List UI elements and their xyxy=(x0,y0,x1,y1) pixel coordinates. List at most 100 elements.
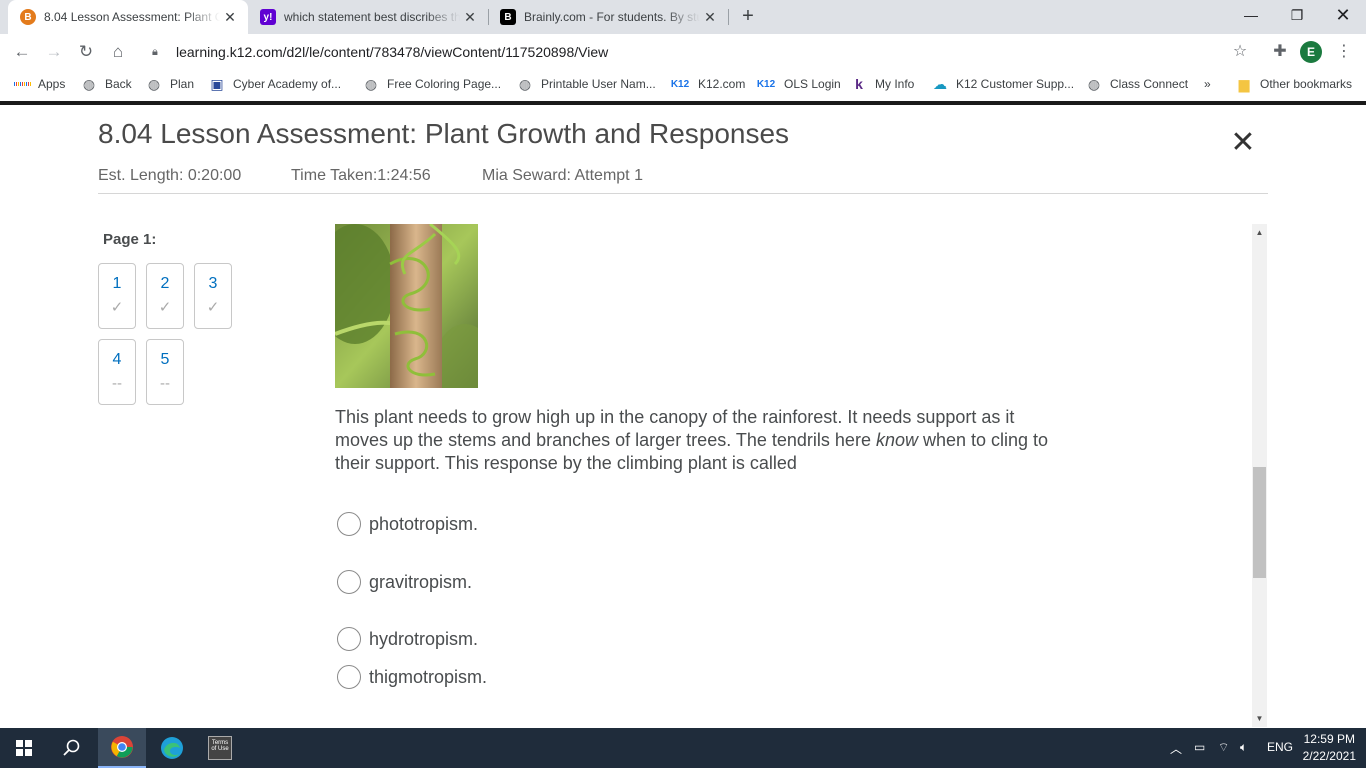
bookmark-class-connect[interactable]: ◍ Class Connect xyxy=(1086,70,1188,98)
calendar-icon: ▣ xyxy=(210,75,224,92)
question-text-emphasis: know xyxy=(875,430,918,450)
tab-title: 8.04 Lesson Assessment: Plant Gr xyxy=(44,10,220,24)
question-nav-1[interactable]: 1 ✓ xyxy=(98,263,136,329)
scrollbar-thumb[interactable] xyxy=(1253,467,1266,578)
bookmark-plan[interactable]: ◍ Plan xyxy=(146,70,194,98)
scroll-up-arrow-icon[interactable]: ▲ xyxy=(1252,226,1267,240)
close-tab-icon[interactable]: ✕ xyxy=(460,9,480,26)
volume-icon[interactable]: 🔈︎ xyxy=(1240,740,1247,755)
answered-check-icon: ✓ xyxy=(206,299,220,316)
battery-icon[interactable]: ▭ xyxy=(1194,740,1205,754)
bookmark-my-info[interactable]: k My Info xyxy=(851,70,914,98)
answer-option-hydrotropism[interactable]: hydrotropism. xyxy=(337,627,478,651)
page-header-rule xyxy=(0,101,1366,105)
bookmark-ols-login[interactable]: K12 OLS Login xyxy=(756,70,841,98)
question-nav-5[interactable]: 5 -- xyxy=(146,339,184,405)
browser-toolbar: ← → ↻ ⌂ 🔒︎ learning.k12.com/d2l/le/conte… xyxy=(0,34,1366,70)
question-number: 5 xyxy=(160,351,170,368)
answer-label: gravitropism. xyxy=(369,571,473,592)
tab-brainly[interactable]: B Brainly.com - For students. By stu ✕ xyxy=(488,0,728,34)
language-indicator[interactable]: ENG xyxy=(1267,740,1293,754)
radio-button[interactable] xyxy=(337,665,361,689)
minimize-icon[interactable]: — xyxy=(1228,0,1274,30)
k12-icon: K12 xyxy=(670,78,690,90)
cloud-icon: ☁ xyxy=(933,75,947,92)
bookmark-label: Printable User Nam... xyxy=(541,77,656,91)
question-nav-4[interactable]: 4 -- xyxy=(98,339,136,405)
forward-arrow-icon[interactable]: → xyxy=(42,40,66,64)
bookmark-label: Plan xyxy=(170,77,195,91)
window-close-icon[interactable]: ✕ xyxy=(1320,0,1366,30)
address-bar[interactable]: 🔒︎ learning.k12.com/d2l/le/content/78347… xyxy=(140,38,1260,66)
question-nav-3[interactable]: 3 ✓ xyxy=(194,263,232,329)
page-title: 8.04 Lesson Assessment: Plant Growth and… xyxy=(98,118,790,149)
close-tab-icon[interactable]: ✕ xyxy=(220,9,240,26)
tab-title: which statement best discribes th xyxy=(284,10,460,24)
bookmark-k12[interactable]: K12 K12.com xyxy=(670,70,746,98)
bookmark-cyber-academy[interactable]: ▣ Cyber Academy of... xyxy=(209,70,341,98)
bookmark-label: K12.com xyxy=(698,77,746,91)
k12-favicon-icon: B xyxy=(20,9,36,25)
radio-button[interactable] xyxy=(337,512,361,536)
climbing-plant-tendril-image xyxy=(335,224,478,388)
answer-option-phototropism[interactable]: phototropism. xyxy=(337,512,478,536)
radio-button[interactable] xyxy=(337,570,361,594)
back-arrow-icon[interactable]: ← xyxy=(10,40,34,64)
estimated-length: Est. Length: 0:20:00 xyxy=(98,167,242,184)
page-label: Page 1: xyxy=(103,231,157,248)
bookmark-label: OLS Login xyxy=(784,77,841,91)
question-text: This plant needs to grow high up in the … xyxy=(335,406,1055,475)
tab-lesson-assessment[interactable]: B 8.04 Lesson Assessment: Plant Gr ✕ xyxy=(8,0,248,34)
wifi-icon[interactable]: ⌔ xyxy=(1218,740,1229,755)
unanswered-dash: -- xyxy=(160,375,170,392)
answer-option-thigmotropism[interactable]: thigmotropism. xyxy=(337,665,487,689)
system-clock[interactable]: 12:59 PM 2/22/2021 xyxy=(1303,731,1356,765)
close-assessment-icon[interactable]: ✕ xyxy=(1228,128,1258,158)
more-bookmarks-chevron-icon[interactable]: » xyxy=(1204,70,1211,98)
bookmark-free-coloring[interactable]: ◍ Free Coloring Page... xyxy=(363,70,501,98)
bookmark-label: My Info xyxy=(875,77,915,91)
close-tab-icon[interactable]: ✕ xyxy=(700,9,720,26)
globe-icon: ◍ xyxy=(364,75,378,92)
url-text: learning.k12.com/d2l/le/content/783478/v… xyxy=(176,44,609,60)
attempt-info: Mia Seward: Attempt 1 xyxy=(482,167,643,184)
bookmark-label: K12 Customer Supp... xyxy=(956,77,1075,91)
home-icon[interactable]: ⌂ xyxy=(106,40,130,64)
tab-yahoo-question[interactable]: y! which statement best discribes th ✕ xyxy=(248,0,488,34)
answered-check-icon: ✓ xyxy=(110,299,124,316)
tab-title: Brainly.com - For students. By stu xyxy=(524,10,700,24)
edge-taskbar-icon[interactable] xyxy=(148,728,196,768)
extensions-puzzle-icon[interactable]: ✚ xyxy=(1268,40,1292,64)
windows-start-icon[interactable] xyxy=(0,728,48,768)
answer-label: hydrotropism. xyxy=(369,628,479,649)
time-taken: Time Taken:1:24:56 xyxy=(291,167,431,184)
question-number: 3 xyxy=(208,275,218,292)
clock-date: 2/22/2021 xyxy=(1302,749,1356,763)
bookmark-apps[interactable]: Apps xyxy=(14,70,65,98)
bookmark-star-icon[interactable]: ☆ xyxy=(1228,40,1252,64)
terms-of-use-taskbar-icon[interactable]: Terms of Use xyxy=(196,728,244,768)
question-nav-2[interactable]: 2 ✓ xyxy=(146,263,184,329)
radio-button[interactable] xyxy=(337,627,361,651)
restore-icon[interactable]: ❐ xyxy=(1274,0,1320,30)
bookmark-back[interactable]: ◍ Back xyxy=(81,70,132,98)
k12-icon: K12 xyxy=(756,78,776,90)
question-number: 4 xyxy=(112,351,122,368)
bookmark-other-bookmarks[interactable]: ▆ Other bookmarks xyxy=(1236,70,1352,98)
bookmark-k12-customer-support[interactable]: ☁ K12 Customer Supp... xyxy=(932,70,1074,98)
apps-grid-icon xyxy=(14,76,30,92)
bookmark-printable-user[interactable]: ◍ Printable User Nam... xyxy=(517,70,656,98)
menu-kebab-icon[interactable]: ⋮ xyxy=(1332,40,1356,64)
scroll-down-arrow-icon[interactable]: ▼ xyxy=(1252,712,1267,726)
profile-avatar[interactable]: E xyxy=(1300,41,1322,63)
search-icon[interactable] xyxy=(48,728,96,768)
bookmark-label: Other bookmarks xyxy=(1260,77,1353,91)
tray-chevron-icon[interactable]: ︿ xyxy=(1170,740,1182,757)
lock-icon: 🔒︎ xyxy=(152,45,158,58)
chrome-taskbar-icon[interactable] xyxy=(98,728,146,768)
tab-divider xyxy=(728,9,729,25)
answer-option-gravitropism[interactable]: gravitropism. xyxy=(337,570,472,594)
question-number: 2 xyxy=(160,275,170,292)
new-tab-icon[interactable]: + xyxy=(736,5,760,29)
reload-icon[interactable]: ↻ xyxy=(74,40,98,64)
